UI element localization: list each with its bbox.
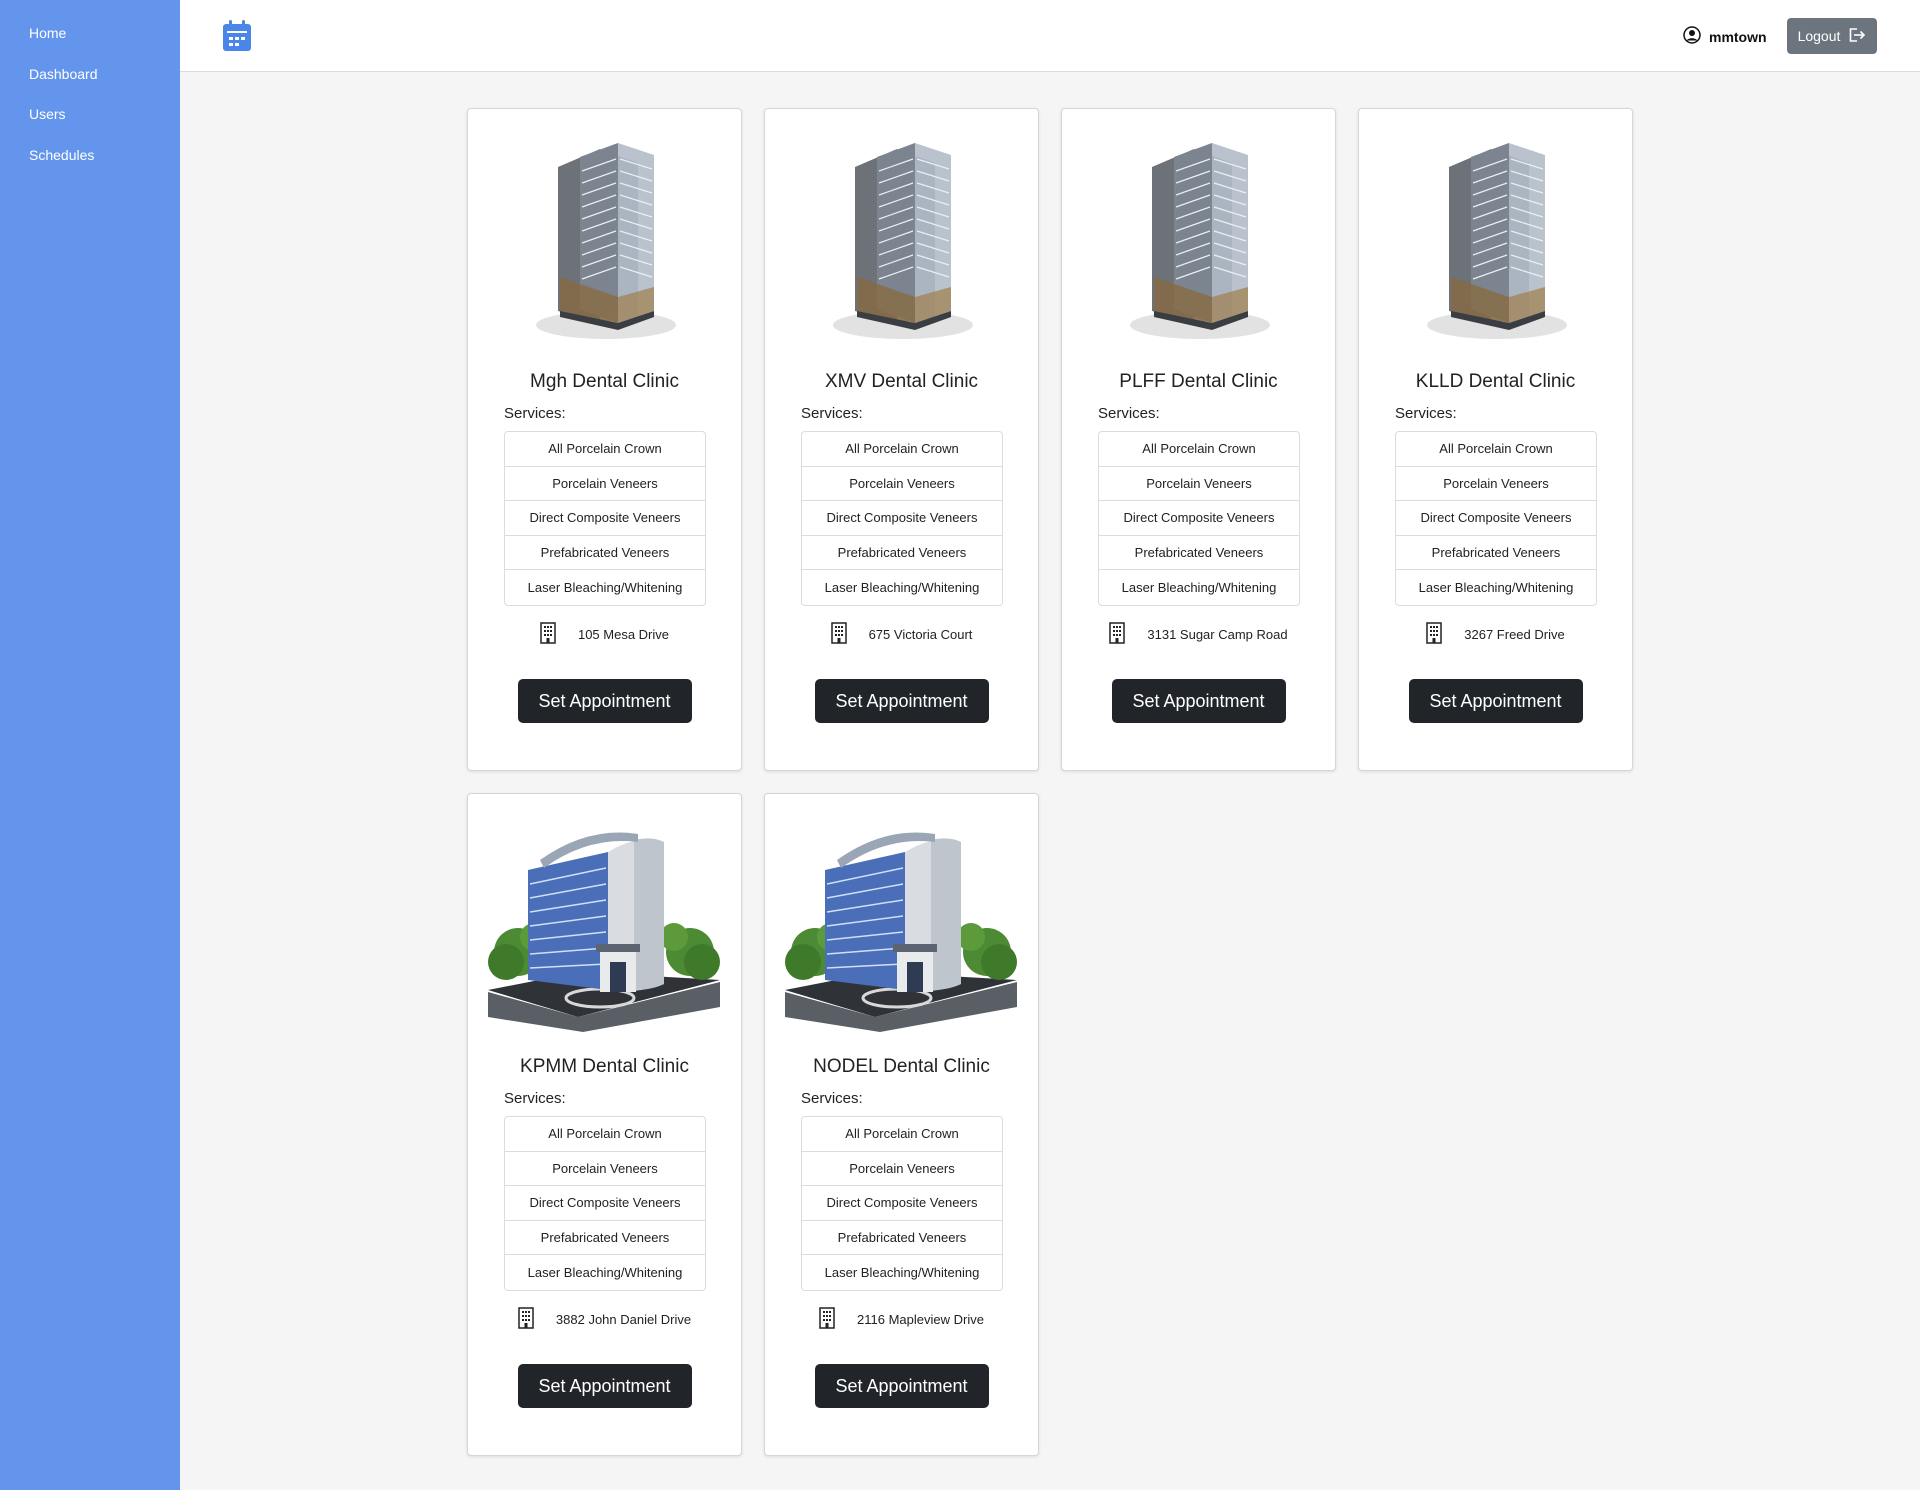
service-item: All Porcelain Crown: [802, 432, 1002, 467]
clinic-building-image: [1082, 127, 1314, 347]
building-icon: [819, 1307, 835, 1332]
username: mmtown: [1709, 28, 1767, 45]
services-label: Services:: [1395, 405, 1457, 422]
sidebar: Home Dashboard Users Schedules: [0, 0, 180, 1490]
services-label: Services:: [1098, 405, 1160, 422]
set-appointment-button[interactable]: Set Appointment: [1111, 679, 1286, 723]
service-item: All Porcelain Crown: [505, 432, 705, 467]
service-item: Laser Bleaching/Whitening: [824, 579, 980, 595]
clinic-card: XMV Dental Clinic Services: All Porcelain …: [764, 108, 1039, 771]
service-item: All Porcelain Crown: [505, 1117, 705, 1152]
clinic-building-image: [488, 127, 720, 347]
services-list: All Porcelain Crown Porcelain Veneers Dire…: [801, 1116, 1003, 1291]
service-item: All Porcelain Crown: [1099, 432, 1299, 467]
service-item: Direct Composite Veneers: [1396, 501, 1596, 536]
service-item: Porcelain Veneers: [505, 1152, 705, 1186]
sidebar-item-schedules[interactable]: Schedules: [29, 147, 94, 163]
services-label: Services:: [801, 405, 863, 422]
service-item: Laser Bleaching/Whitening: [824, 1264, 980, 1280]
address-text: 105 Mesa Drive: [577, 627, 670, 642]
set-appointment-button[interactable]: Set Appointment: [814, 1364, 989, 1408]
logout-icon: [1848, 27, 1866, 46]
service-item: Direct Composite Veneers: [1099, 501, 1299, 536]
service-item: All Porcelain Crown: [802, 1117, 1002, 1152]
set-appointment-button[interactable]: Set Appointment: [814, 679, 989, 723]
set-appointment-button[interactable]: Set Appointment: [517, 679, 692, 723]
clinic-card: KPMM Dental Clinic Services: All Porcelain…: [467, 793, 742, 1456]
clinic-card: NODEL Dental Clinic Services: All Porcelai…: [764, 793, 1039, 1456]
clinic-card: PLFF Dental Clinic Services: All Porcelain…: [1061, 108, 1336, 771]
service-item: Porcelain Veneers: [505, 467, 705, 501]
clinic-address: 3131 Sugar Camp Road: [1062, 622, 1335, 647]
clinic-building-image: [785, 812, 1017, 1032]
service-item: Laser Bleaching/Whitening: [527, 579, 683, 595]
service-item: Direct Composite Veneers: [802, 501, 1002, 536]
sidebar-item-home[interactable]: Home: [29, 25, 66, 41]
sidebar-item-dashboard[interactable]: Dashboard: [29, 66, 98, 82]
service-item: Direct Composite Veneers: [505, 501, 705, 536]
user-circle-icon: [1683, 26, 1701, 47]
clinic-name: KLLD Dental Clinic: [1415, 371, 1576, 392]
service-item: Prefabricated Veneers: [1099, 536, 1299, 570]
service-item: Prefabricated Veneers: [1396, 536, 1596, 570]
services-list: All Porcelain Crown Porcelain Veneers Dire…: [801, 431, 1003, 606]
service-item: Prefabricated Veneers: [505, 1221, 705, 1255]
clinic-name: Mgh Dental Clinic: [530, 371, 679, 392]
clinic-building-image: [1379, 127, 1611, 347]
service-item: Laser Bleaching/Whitening: [527, 1264, 683, 1280]
clinic-address: 3882 John Daniel Drive: [468, 1307, 741, 1332]
set-appointment-button[interactable]: Set Appointment: [517, 1364, 692, 1408]
top-bar: mmtown Logout: [180, 0, 1920, 72]
building-icon: [1109, 622, 1126, 647]
address-text: 3131 Sugar Camp Road: [1147, 627, 1288, 642]
building-icon: [540, 622, 556, 647]
services-list: All Porcelain Crown Porcelain Veneers Dire…: [1098, 431, 1300, 606]
logout-label: Logout: [1797, 28, 1841, 44]
calendar-icon[interactable]: [222, 20, 252, 52]
service-item: Prefabricated Veneers: [802, 1221, 1002, 1255]
clinic-address: 2116 Mapleview Drive: [765, 1307, 1038, 1332]
service-item: All Porcelain Crown: [1396, 432, 1596, 467]
clinic-address: 3267 Freed Drive: [1359, 622, 1632, 647]
service-item: Laser Bleaching/Whitening: [1418, 579, 1574, 595]
logout-button[interactable]: Logout: [1787, 18, 1877, 54]
address-text: 675 Victoria Court: [868, 627, 973, 642]
services-list: All Porcelain Crown Porcelain Veneers Dire…: [1395, 431, 1597, 606]
clinic-address: 675 Victoria Court: [765, 622, 1038, 647]
clinic-address: 105 Mesa Drive: [468, 622, 741, 647]
service-item: Laser Bleaching/Whitening: [1121, 579, 1277, 595]
building-icon: [518, 1307, 534, 1332]
service-item: Direct Composite Veneers: [802, 1186, 1002, 1221]
building-icon: [1426, 622, 1443, 647]
services-label: Services:: [801, 1090, 863, 1107]
service-item: Porcelain Veneers: [802, 1152, 1002, 1186]
service-item: Prefabricated Veneers: [802, 536, 1002, 570]
service-item: Porcelain Veneers: [1396, 467, 1596, 501]
user-menu[interactable]: mmtown: [1683, 26, 1767, 47]
service-item: Prefabricated Veneers: [505, 536, 705, 570]
clinic-building-image: [488, 812, 720, 1032]
address-text: 3267 Freed Drive: [1464, 627, 1565, 642]
clinic-card: KLLD Dental Clinic Services: All Porcelain…: [1358, 108, 1633, 771]
building-icon: [830, 622, 847, 647]
clinic-name: NODEL Dental Clinic: [813, 1056, 990, 1077]
sidebar-item-users[interactable]: Users: [29, 106, 66, 122]
services-list: All Porcelain Crown Porcelain Veneers Dire…: [504, 1116, 706, 1291]
clinic-name: PLFF Dental Clinic: [1119, 371, 1278, 392]
service-item: Porcelain Veneers: [1099, 467, 1299, 501]
services-label: Services:: [504, 405, 566, 422]
clinic-name: XMV Dental Clinic: [824, 371, 979, 392]
services-label: Services:: [504, 1090, 566, 1107]
clinic-card: Mgh Dental Clinic Services: All Porcelain …: [467, 108, 742, 771]
clinic-name: KPMM Dental Clinic: [520, 1056, 689, 1077]
address-text: 2116 Mapleview Drive: [857, 1312, 984, 1327]
service-item: Direct Composite Veneers: [505, 1186, 705, 1221]
services-list: All Porcelain Crown Porcelain Veneers Dire…: [504, 431, 706, 606]
set-appointment-button[interactable]: Set Appointment: [1408, 679, 1583, 723]
clinic-building-image: [785, 127, 1017, 347]
service-item: Porcelain Veneers: [802, 467, 1002, 501]
address-text: 3882 John Daniel Drive: [555, 1312, 692, 1327]
